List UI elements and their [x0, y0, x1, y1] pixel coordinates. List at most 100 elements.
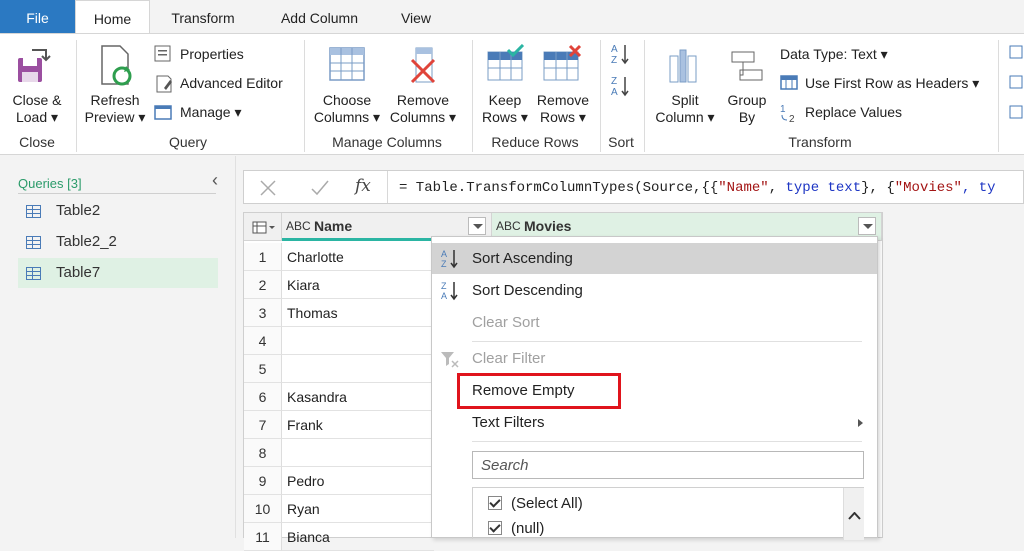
choose-label: Choose: [322, 92, 372, 108]
row-number: 6: [244, 383, 282, 411]
menu-item-label: Sort Descending: [472, 282, 583, 299]
column-filter-menu: A Z Sort Ascending Z A Sort Descending C…: [431, 236, 878, 540]
tab-file[interactable]: File: [0, 0, 75, 33]
table-cell[interactable]: [282, 439, 434, 467]
menu-item-sort-ascending[interactable]: A Z Sort Ascending: [432, 243, 877, 274]
group-by-button[interactable]: Group By: [720, 40, 774, 128]
table-icon: [252, 221, 275, 234]
sort-descending-ribbon-button[interactable]: Z A: [610, 74, 632, 98]
table-cell[interactable]: Frank: [282, 411, 434, 439]
refresh-preview-button[interactable]: Refresh Preview ▾: [80, 40, 150, 128]
ribbon: Close & Load ▾ Close Refresh Preview ▾ P…: [0, 33, 1024, 155]
sort-ascending-icon: A Z: [611, 44, 629, 66]
queries-pane: Queries [3] ‹ Table2 Table2_2 Table7: [0, 156, 236, 538]
table-cell[interactable]: Bianca: [282, 523, 434, 551]
table-icon: [26, 205, 41, 218]
column-filter-button[interactable]: [858, 217, 876, 235]
row-number: 8: [244, 439, 282, 467]
checkbox[interactable]: [488, 496, 502, 510]
menu-item-sort-descending[interactable]: Z A Sort Descending: [432, 275, 877, 306]
split-label: Split: [671, 92, 699, 108]
svg-text:A: A: [611, 44, 618, 55]
menu-item-clear-filter[interactable]: Clear Filter: [432, 343, 877, 374]
column-title: Movies: [524, 218, 572, 234]
query-item-table7[interactable]: Table7: [18, 258, 218, 288]
formula-keyword: type text: [785, 180, 862, 196]
close-load-icon: [18, 49, 51, 82]
table-cell[interactable]: Pedro: [282, 467, 434, 495]
row-number: 4: [244, 327, 282, 355]
data-type-button[interactable]: Data Type: Text ▾: [780, 46, 888, 63]
menu-item-label: Clear Filter: [472, 350, 546, 367]
advanced-editor-button[interactable]: Advanced Editor: [180, 75, 283, 91]
column-type-icon[interactable]: ABC: [286, 219, 311, 233]
table-icon: [26, 236, 41, 249]
group-label-manage-columns: Manage Columns: [332, 134, 442, 150]
search-input[interactable]: Search: [472, 451, 864, 479]
refresh-icon: [101, 45, 132, 86]
tab-add-column[interactable]: Add Column: [262, 0, 377, 33]
table-cell[interactable]: Kiara: [282, 271, 434, 299]
cancel-icon[interactable]: [258, 179, 278, 197]
column-type-icon[interactable]: ABC: [496, 219, 521, 233]
checklist-item-select-all[interactable]: (Select All): [473, 494, 843, 516]
remove-rows-icon: [543, 44, 582, 81]
properties-button[interactable]: Properties: [180, 46, 244, 62]
row-number: 5: [244, 355, 282, 383]
collapse-pane-icon[interactable]: ‹: [212, 170, 218, 191]
choose-columns-button[interactable]: Choose Columns ▾: [312, 40, 382, 128]
menu-item-text-filters[interactable]: Text Filters: [432, 407, 877, 438]
row-number: 2: [244, 271, 282, 299]
remove-rows-button[interactable]: Remove Rows ▾: [534, 40, 592, 128]
group-label-sort: Sort: [608, 134, 634, 150]
formula-part: ,: [768, 180, 786, 196]
tab-transform[interactable]: Transform: [158, 0, 248, 33]
split-label-2: Column ▾: [655, 109, 715, 125]
table-cell[interactable]: Charlotte: [282, 243, 434, 271]
close-load-button[interactable]: Close & Load ▾: [4, 40, 70, 128]
menu-item-clear-sort[interactable]: Clear Sort: [432, 307, 877, 338]
column-filter-button[interactable]: [468, 217, 486, 235]
table-cell[interactable]: [282, 355, 434, 383]
filter-value-list: (Select All) (null): [472, 487, 864, 540]
tab-view[interactable]: View: [388, 0, 444, 33]
formula-part: }, {: [861, 180, 895, 196]
chevron-up-icon[interactable]: [848, 512, 861, 520]
replace-values-button[interactable]: Replace Values: [805, 104, 902, 120]
formula-text[interactable]: = Table.TransformColumnTypes(Source,{{"N…: [399, 180, 996, 196]
query-item-table2[interactable]: Table2: [18, 196, 218, 226]
table-cell[interactable]: [282, 327, 434, 355]
split-column-button[interactable]: Split Column ▾: [650, 40, 720, 128]
keep-label-2: Rows ▾: [482, 109, 528, 125]
query-item-table2-2[interactable]: Table2_2: [18, 227, 218, 257]
use-first-row-button[interactable]: Use First Row as Headers ▾: [805, 75, 979, 92]
scrollbar[interactable]: [843, 488, 864, 540]
table-cell[interactable]: Kasandra: [282, 383, 434, 411]
table-cell[interactable]: Thomas: [282, 299, 434, 327]
group-by-icon: [731, 51, 763, 81]
svg-text:A: A: [611, 87, 618, 98]
group-label: Group: [727, 92, 767, 108]
confirm-icon[interactable]: [310, 179, 330, 197]
more-commands-icon: [1009, 45, 1023, 119]
manage-button[interactable]: Manage ▾: [180, 104, 242, 121]
table-menu-button[interactable]: [244, 213, 282, 241]
tab-home[interactable]: Home: [75, 0, 150, 33]
table-cell[interactable]: Ryan: [282, 495, 434, 523]
advanced-editor-icon: [156, 75, 172, 93]
svg-text:Z: Z: [611, 55, 617, 66]
sort-descending-icon: Z A: [611, 76, 629, 98]
replace-values-icon: 1 2: [780, 104, 795, 124]
svg-text:A: A: [441, 291, 447, 301]
choose-label-2: Columns ▾: [313, 109, 381, 125]
checklist-label: (Select All): [511, 495, 583, 512]
remove-columns-button[interactable]: Remove Columns ▾: [388, 40, 458, 128]
properties-icon: [154, 45, 171, 62]
refresh-label: Refresh: [90, 92, 140, 108]
keep-rows-button[interactable]: Keep Rows ▾: [476, 40, 534, 128]
remove-cols-label-2: Columns ▾: [389, 109, 457, 125]
sort-ascending-ribbon-button[interactable]: A Z: [610, 42, 632, 66]
row-number: 10: [244, 495, 282, 523]
checkbox[interactable]: [488, 521, 502, 535]
svg-text:2: 2: [789, 114, 795, 124]
